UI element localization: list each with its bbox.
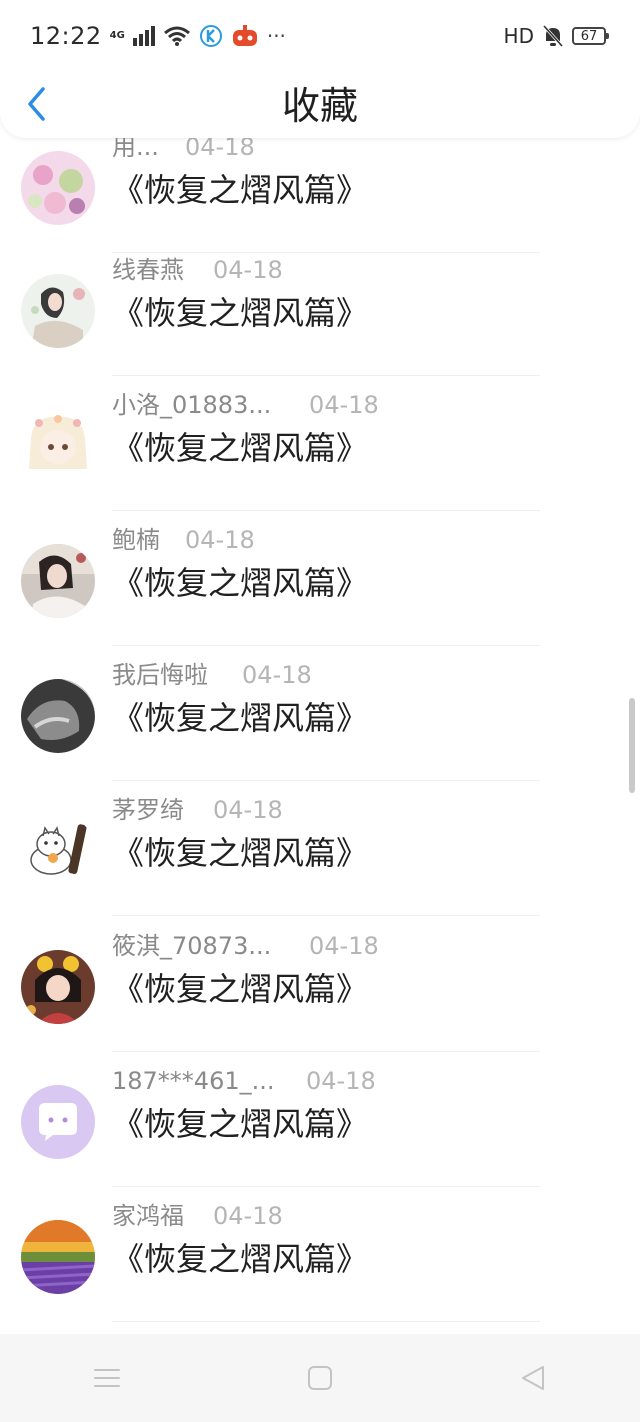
hd-label: HD <box>503 24 534 48</box>
list-item[interactable]: 用... 04-18 《恢复之熠风篇》 <box>0 118 640 253</box>
network-type: 4G <box>109 30 125 41</box>
avatar <box>21 544 95 618</box>
avatar <box>21 1220 95 1294</box>
book-title: 《恢复之熠风篇》 <box>112 970 369 1008</box>
divider <box>112 915 540 916</box>
list-item[interactable]: 187***461_... 04-18 《恢复之熠风篇》 <box>0 1052 640 1187</box>
status-right: HD 67 <box>504 24 610 48</box>
battery-icon: 67 <box>572 27 609 45</box>
wifi-icon <box>163 26 190 46</box>
list-item[interactable]: 线春燕 04-18 《恢复之熠风篇》 <box>0 241 640 376</box>
battery-level: 67 <box>580 28 598 44</box>
clock: 12:22 <box>30 22 102 50</box>
list-item[interactable]: 小洛_01883... 04-18 《恢复之熠风篇》 <box>0 376 640 511</box>
book-title: 《恢复之熠风篇》 <box>112 834 369 872</box>
list-item[interactable]: 筱淇_70873... 04-18 《恢复之熠风篇》 <box>0 917 640 1052</box>
avatar <box>21 950 95 1024</box>
scrollbar[interactable] <box>629 698 635 793</box>
list-item[interactable]: 茅罗绮 04-18 《恢复之熠风篇》 <box>0 781 640 916</box>
avatar <box>21 1085 95 1159</box>
divider <box>112 1321 540 1322</box>
date: 04-18 <box>185 526 255 554</box>
date: 04-18 <box>309 391 379 419</box>
mute-icon <box>542 24 564 48</box>
book-title: 《恢复之熠风篇》 <box>112 699 369 737</box>
user-name: 187***461_... <box>112 1067 275 1095</box>
menu-icon <box>93 1369 120 1387</box>
more-notifications: ··· <box>266 24 286 48</box>
user-name: 鲍楠 <box>112 526 160 554</box>
page-title: 收藏 <box>281 84 358 128</box>
book-title: 《恢复之熠风篇》 <box>112 1105 369 1143</box>
date: 04-18 <box>213 796 283 824</box>
date: 04-18 <box>306 1067 376 1095</box>
list-item[interactable]: 家鸿福 04-18 《恢复之熠风篇》 <box>0 1187 640 1322</box>
date: 04-18 <box>213 256 283 284</box>
menu-button[interactable] <box>67 1348 147 1408</box>
user-name: 家鸿福 <box>112 1202 184 1230</box>
date: 04-18 <box>242 661 312 689</box>
user-name: 线春燕 <box>112 256 184 284</box>
user-name: 我后悔啦 <box>112 661 208 689</box>
home-icon <box>307 1366 332 1390</box>
status-bar: 12:22 4G ··· HD 67 <box>0 0 640 72</box>
avatar <box>21 679 95 753</box>
user-name: 小洛_01883... <box>112 391 272 419</box>
date: 04-18 <box>213 1202 283 1230</box>
avatar <box>21 151 95 225</box>
book-title: 《恢复之熠风篇》 <box>112 429 369 467</box>
list-item[interactable]: 鲍楠 04-18 《恢复之熠风篇》 <box>0 511 640 646</box>
avatar <box>21 814 95 888</box>
book-title: 《恢复之熠风篇》 <box>112 294 369 332</box>
list-item[interactable]: 我后悔啦 04-18 《恢复之熠风篇》 <box>0 646 640 781</box>
status-left: 12:22 4G ··· <box>30 22 286 50</box>
user-name: 茅罗绮 <box>112 796 184 824</box>
app-red-icon <box>232 25 257 46</box>
user-name: 筱淇_70873... <box>112 932 272 960</box>
back-nav-button[interactable] <box>493 1348 573 1408</box>
back-triangle-icon <box>522 1366 545 1390</box>
home-button[interactable] <box>280 1348 360 1408</box>
app-k-icon <box>199 25 222 47</box>
avatar <box>21 274 95 348</box>
signal-icon <box>132 26 155 46</box>
book-title: 《恢复之熠风篇》 <box>112 171 369 209</box>
system-nav-bar <box>0 1334 640 1422</box>
book-title: 《恢复之熠风篇》 <box>112 1240 369 1278</box>
book-title: 《恢复之熠风篇》 <box>112 564 369 602</box>
avatar <box>21 409 95 483</box>
date: 04-18 <box>309 932 379 960</box>
